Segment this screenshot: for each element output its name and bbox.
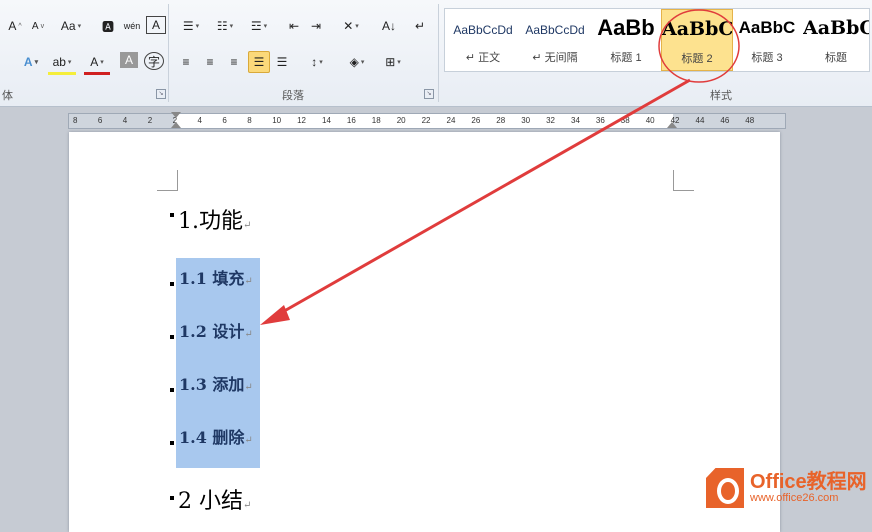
office26-logo: Office教程网 www.office26.com bbox=[706, 468, 867, 508]
highlight-circle bbox=[658, 9, 740, 83]
office-logo-icon bbox=[706, 468, 744, 508]
annotation-arrow-head bbox=[260, 305, 290, 325]
annotation-arrow-line bbox=[271, 78, 691, 320]
logo-title: Office教程网 bbox=[750, 471, 867, 493]
logo-text: Office教程网 www.office26.com bbox=[750, 472, 867, 504]
logo-url: www.office26.com bbox=[750, 492, 839, 504]
annotation-overlay bbox=[260, 9, 740, 325]
